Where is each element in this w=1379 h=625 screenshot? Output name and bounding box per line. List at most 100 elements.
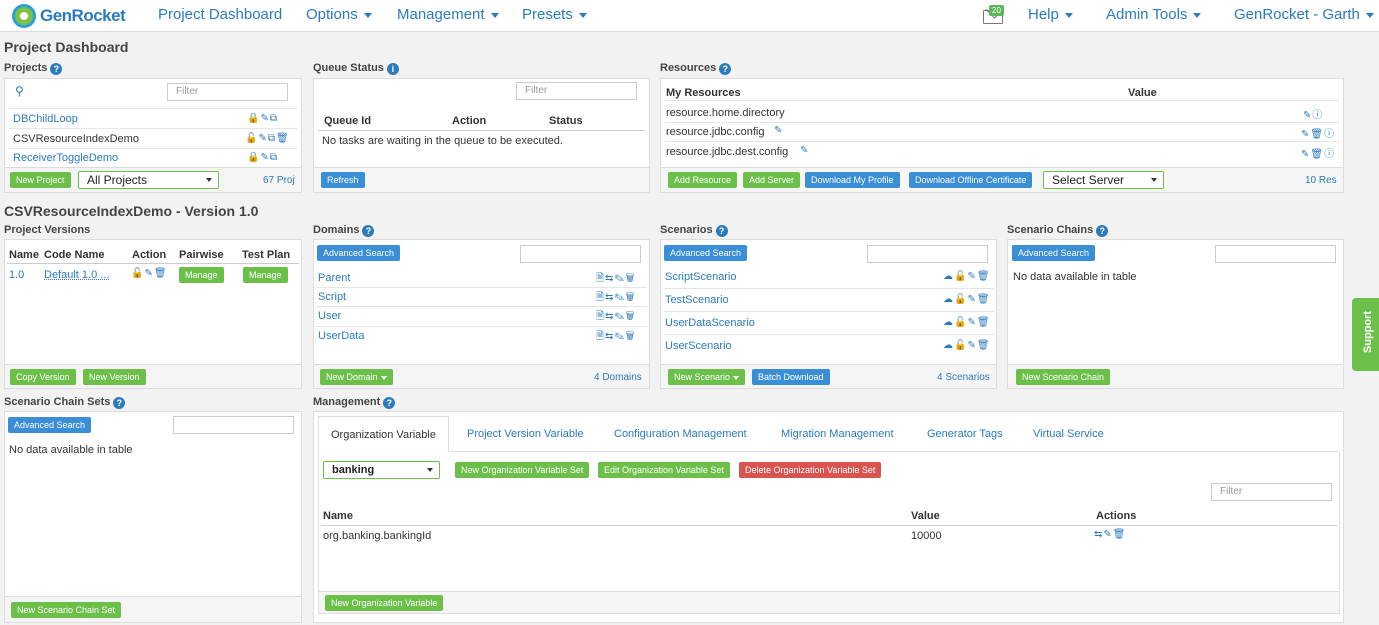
new-version-button[interactable]: New Version (83, 369, 146, 385)
nav-presets[interactable]: Presets (522, 6, 587, 23)
nav-options[interactable]: Options (306, 6, 372, 23)
download-profile-button[interactable]: Download My Profile (805, 172, 900, 188)
chainsets-advanced-search-button[interactable]: Advanced Search (8, 417, 92, 433)
help-icon[interactable]: ? (1096, 225, 1109, 237)
project-link[interactable]: ReceiverToggleDemo (13, 152, 118, 164)
col-code-name[interactable]: Code Name (44, 249, 105, 261)
server-select[interactable]: Select Server (1043, 171, 1164, 189)
chains-advanced-search-button[interactable]: Advanced Search (1012, 245, 1096, 261)
col-value[interactable]: Value (911, 510, 940, 522)
scenario-action-icons[interactable]: ☁🔓✎🗑 (943, 294, 991, 305)
col-value[interactable]: Value (1128, 87, 1157, 99)
domains-advanced-search-button[interactable]: Advanced Search (317, 245, 401, 261)
col-status[interactable]: Status (549, 115, 583, 127)
projects-scope-select[interactable]: All Projects (78, 171, 219, 189)
domain-link[interactable]: Parent (318, 272, 350, 284)
nav-project-dashboard[interactable]: Project Dashboard (158, 6, 282, 23)
col-name[interactable]: Name (323, 510, 353, 522)
domain-action-icons[interactable]: 🗎⇆✎🗑 (596, 290, 635, 307)
col-action[interactable]: Action (132, 249, 166, 261)
resource-action-icons[interactable]: ✎🗑ⓘ (1301, 145, 1335, 160)
new-scenario-chain-set-button[interactable]: New Scenario Chain Set (11, 602, 122, 618)
scenario-link[interactable]: ScriptScenario (665, 271, 737, 283)
support-tab[interactable]: Support (1352, 298, 1379, 371)
variable-set-select[interactable]: banking (323, 461, 440, 479)
scenario-action-icons[interactable]: ☁🔓✎🗑 (943, 340, 991, 351)
scenarios-search-input[interactable] (867, 245, 988, 263)
domain-action-icons[interactable]: 🗎⇆✎🗑 (596, 271, 635, 288)
pairwise-manage-button[interactable]: Manage (179, 267, 224, 283)
queue-filter-input[interactable]: Filter (516, 82, 637, 100)
nav-management[interactable]: Management (397, 6, 499, 23)
testplan-manage-button[interactable]: Manage (243, 267, 288, 283)
project-action-icons[interactable]: 🔒✎⧉ (247, 113, 278, 124)
project-action-icons[interactable]: 🔒✎⧉ (247, 152, 278, 163)
version-name-link[interactable]: 1.0 (9, 269, 24, 281)
pencil-icon[interactable]: ✎ (774, 125, 783, 136)
new-org-variable-set-button[interactable]: New Organization Variable Set (455, 462, 590, 478)
col-test-plan[interactable]: Test Plan (242, 249, 290, 261)
help-icon[interactable]: ? (719, 63, 732, 75)
tab-migration-management[interactable]: Migration Management (769, 416, 906, 452)
scenario-action-icons[interactable]: ☁🔓✎🗑 (943, 271, 991, 282)
new-scenario-button[interactable]: New Scenario (668, 369, 746, 385)
tab-organization-variable[interactable]: Organization Variable (318, 416, 449, 452)
tab-virtual-service[interactable]: Virtual Service (1021, 416, 1116, 452)
nav-user-menu[interactable]: GenRocket - Garth (1234, 6, 1374, 23)
domain-link[interactable]: User (318, 310, 341, 322)
pencil-icon[interactable]: ✎ (800, 145, 809, 156)
project-action-icons[interactable]: 🔓✎⧉🗑 (245, 133, 290, 144)
new-domain-button[interactable]: New Domain (320, 369, 393, 385)
chains-search-input[interactable] (1215, 245, 1336, 263)
help-icon[interactable]: ? (50, 63, 63, 75)
batch-download-button[interactable]: Batch Download (752, 369, 830, 385)
domain-link[interactable]: UserData (318, 330, 364, 342)
new-project-button[interactable]: New Project (10, 172, 71, 188)
delete-org-variable-set-button[interactable]: Delete Organization Variable Set (739, 462, 882, 478)
help-icon[interactable]: ? (715, 225, 728, 237)
project-link[interactable]: DBChildLoop (13, 113, 78, 125)
col-my-resources[interactable]: My Resources (666, 87, 741, 99)
col-name[interactable]: Name (9, 249, 39, 261)
chainsets-search-input[interactable] (173, 416, 294, 434)
col-action[interactable]: Action (452, 115, 486, 127)
edit-org-variable-set-button[interactable]: Edit Organization Variable Set (598, 462, 730, 478)
domain-action-icons[interactable]: 🗎⇆✎🗑 (596, 329, 635, 346)
domain-action-icons[interactable]: 🗎⇆✎🗑 (596, 309, 635, 326)
help-icon[interactable]: ? (383, 397, 396, 409)
scenario-link[interactable]: TestScenario (665, 294, 729, 306)
nav-help[interactable]: Help (1028, 6, 1073, 23)
scenario-link[interactable]: UserScenario (665, 340, 732, 352)
col-pairwise[interactable]: Pairwise (179, 249, 224, 261)
resource-action-icons[interactable]: ✎ⓘ (1303, 106, 1323, 121)
nav-admin-tools[interactable]: Admin Tools (1106, 6, 1202, 23)
tab-generator-tags[interactable]: Generator Tags (915, 416, 1015, 452)
project-link-active[interactable]: CSVResourceIndexDemo (13, 133, 139, 145)
refresh-button[interactable]: Refresh (321, 172, 365, 188)
org-variable-filter-input[interactable]: Filter (1211, 483, 1332, 501)
col-queue-id[interactable]: Queue Id (324, 115, 371, 127)
new-scenario-chain-button[interactable]: New Scenario Chain (1016, 369, 1111, 385)
tab-configuration-management[interactable]: Configuration Management (602, 416, 759, 452)
add-resource-button[interactable]: Add Resource (668, 172, 738, 188)
add-server-button[interactable]: Add Server (743, 172, 801, 188)
download-certificate-button[interactable]: Download Offline Certificate (909, 172, 1033, 188)
help-icon[interactable]: ? (362, 225, 375, 237)
tab-project-version-variable[interactable]: Project Version Variable (455, 416, 596, 452)
projects-filter-input[interactable]: Filter (167, 83, 288, 101)
help-icon[interactable]: ? (113, 397, 126, 409)
org-variable-action-icons[interactable]: ⇆✎🗑 (1094, 529, 1126, 540)
genrocket-logo[interactable]: GenRocket (12, 3, 126, 29)
version-code-link[interactable]: Default 1.0 ... (44, 269, 109, 281)
copy-version-button[interactable]: Copy Version (10, 369, 76, 385)
resource-action-icons[interactable]: ✎🗑ⓘ (1301, 125, 1335, 140)
scenario-link[interactable]: UserDataScenario (665, 317, 755, 329)
version-action-icons[interactable]: 🔓✎🗑 (131, 268, 168, 279)
scenario-action-icons[interactable]: ☁🔓✎🗑 (943, 317, 991, 328)
domain-link[interactable]: Script (318, 291, 346, 303)
col-actions[interactable]: Actions (1096, 510, 1136, 522)
new-org-variable-button[interactable]: New Organization Variable (325, 595, 444, 611)
domains-search-input[interactable] (520, 245, 641, 263)
scenarios-advanced-search-button[interactable]: Advanced Search (664, 245, 748, 261)
info-icon[interactable]: i (386, 63, 399, 75)
